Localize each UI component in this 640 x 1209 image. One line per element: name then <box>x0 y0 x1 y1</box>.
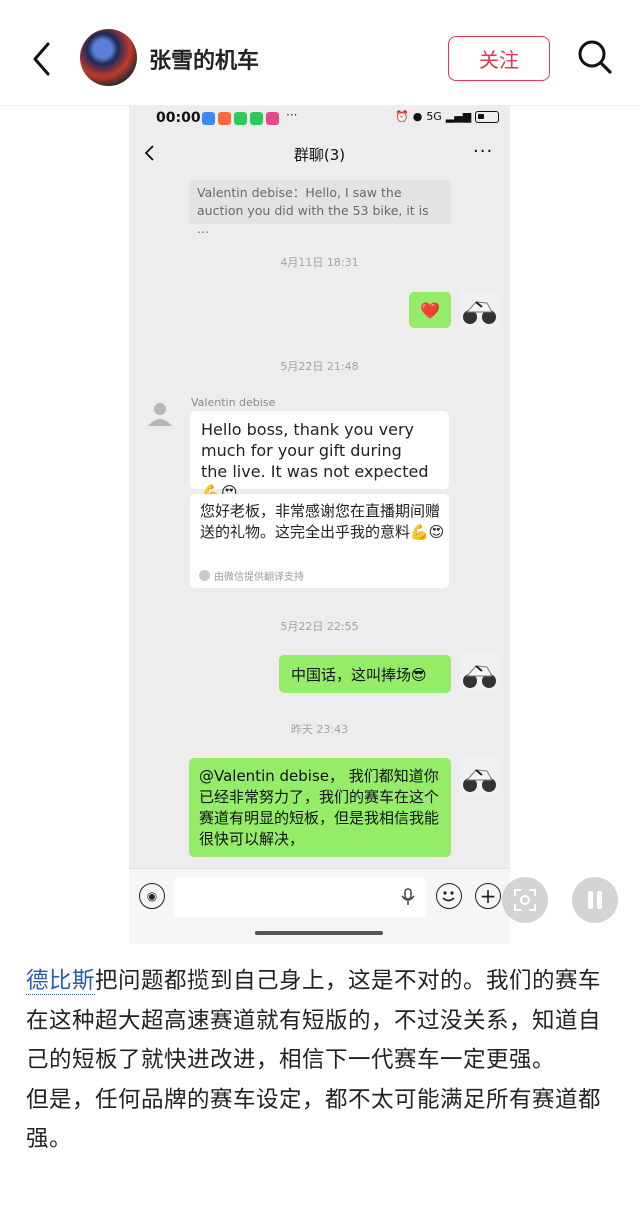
translation-note-label: 由微信提供翻译支持 <box>214 572 304 583</box>
location-icon: ● <box>412 110 423 123</box>
chat-navbar: 群聊(3) ··· <box>129 136 510 170</box>
chat-input-bar: ◉ + <box>129 868 510 944</box>
status-app-icons <box>202 112 279 125</box>
my-avatar <box>460 290 498 328</box>
timestamp: 5月22日 21:48 <box>280 360 359 373</box>
sender-name: Valentin debise <box>191 396 276 409</box>
battery-icon <box>475 110 500 123</box>
quoted-message: Valentin debise：Hello, I saw the auction… <box>189 180 451 236</box>
network-label: 5G <box>426 110 442 123</box>
emoji-icon[interactable] <box>436 883 462 909</box>
timestamp: 昨天 23:43 <box>290 723 349 736</box>
status-time: 00:00 <box>156 110 201 126</box>
mic-icon[interactable] <box>401 888 415 910</box>
message-bubble-me: @Valentin debise， 我们都知道你已经非常努力了，我们的赛车在这个… <box>189 758 451 857</box>
message-bubble-me: ❤️ <box>409 292 451 328</box>
author-name[interactable]: 张雪的机车 <box>149 43 259 75</box>
mention-link[interactable]: 德比斯 <box>26 968 96 995</box>
my-avatar <box>460 758 498 796</box>
chat-input-field[interactable] <box>174 877 426 917</box>
post-body: 德比斯把问题都揽到自己身上，这是不对的。我们的赛车在这种超大超高速赛道就有短版的… <box>26 962 620 1160</box>
status-indicators: ⏰ ● 5G ▂▄▆ <box>395 110 500 123</box>
alarm-icon: ⏰ <box>395 110 409 123</box>
chat-title: 群聊(3) <box>293 146 346 164</box>
author-avatar[interactable] <box>80 29 137 86</box>
plus-icon[interactable]: + <box>475 883 501 909</box>
home-indicator <box>255 931 383 935</box>
translation-note: 由微信提供翻译支持 <box>199 568 304 583</box>
chat-screenshot[interactable]: 00:00 ··· ⏰ ● 5G ▂▄▆ 群聊(3) ··· Valentin … <box>129 106 510 944</box>
signal-icon: ▂▄▆ <box>445 110 472 123</box>
follow-button[interactable]: 关注 <box>448 36 550 81</box>
timestamp: 4月11日 18:31 <box>280 256 359 269</box>
voice-icon[interactable]: ◉ <box>139 883 165 909</box>
chat-more-icon[interactable]: ··· <box>473 141 493 162</box>
post-header: 张雪的机车 关注 <box>0 0 640 106</box>
pause-icon[interactable] <box>572 877 618 923</box>
search-icon[interactable] <box>576 38 614 76</box>
scan-icon[interactable] <box>502 877 548 923</box>
timestamp: 5月22日 22:55 <box>280 620 359 633</box>
user-default-avatar <box>143 398 177 432</box>
message-bubble-me: 中国话，这叫捧场😎 <box>279 655 451 693</box>
translation-text: 您好老板，非常感谢您在直播期间赠送的礼物。这完全出乎我的意料💪😍 <box>200 502 445 541</box>
message-text-english: Hello boss, thank you very much for your… <box>201 420 429 502</box>
status-bar: 00:00 ··· ⏰ ● 5G ▂▄▆ <box>129 106 510 132</box>
body-paragraph-1: 把问题都揽到自己身上，这是不对的。我们的赛车在这种超大超高速赛道就有短版的，不过… <box>26 968 602 1073</box>
status-more: ··· <box>286 108 298 122</box>
my-avatar <box>460 654 498 692</box>
check-icon <box>199 570 210 581</box>
body-paragraph-2: 但是，任何品牌的赛车设定，都不太可能满足所有赛道都强。 <box>26 1086 602 1153</box>
back-arrow-icon[interactable] <box>24 36 60 82</box>
